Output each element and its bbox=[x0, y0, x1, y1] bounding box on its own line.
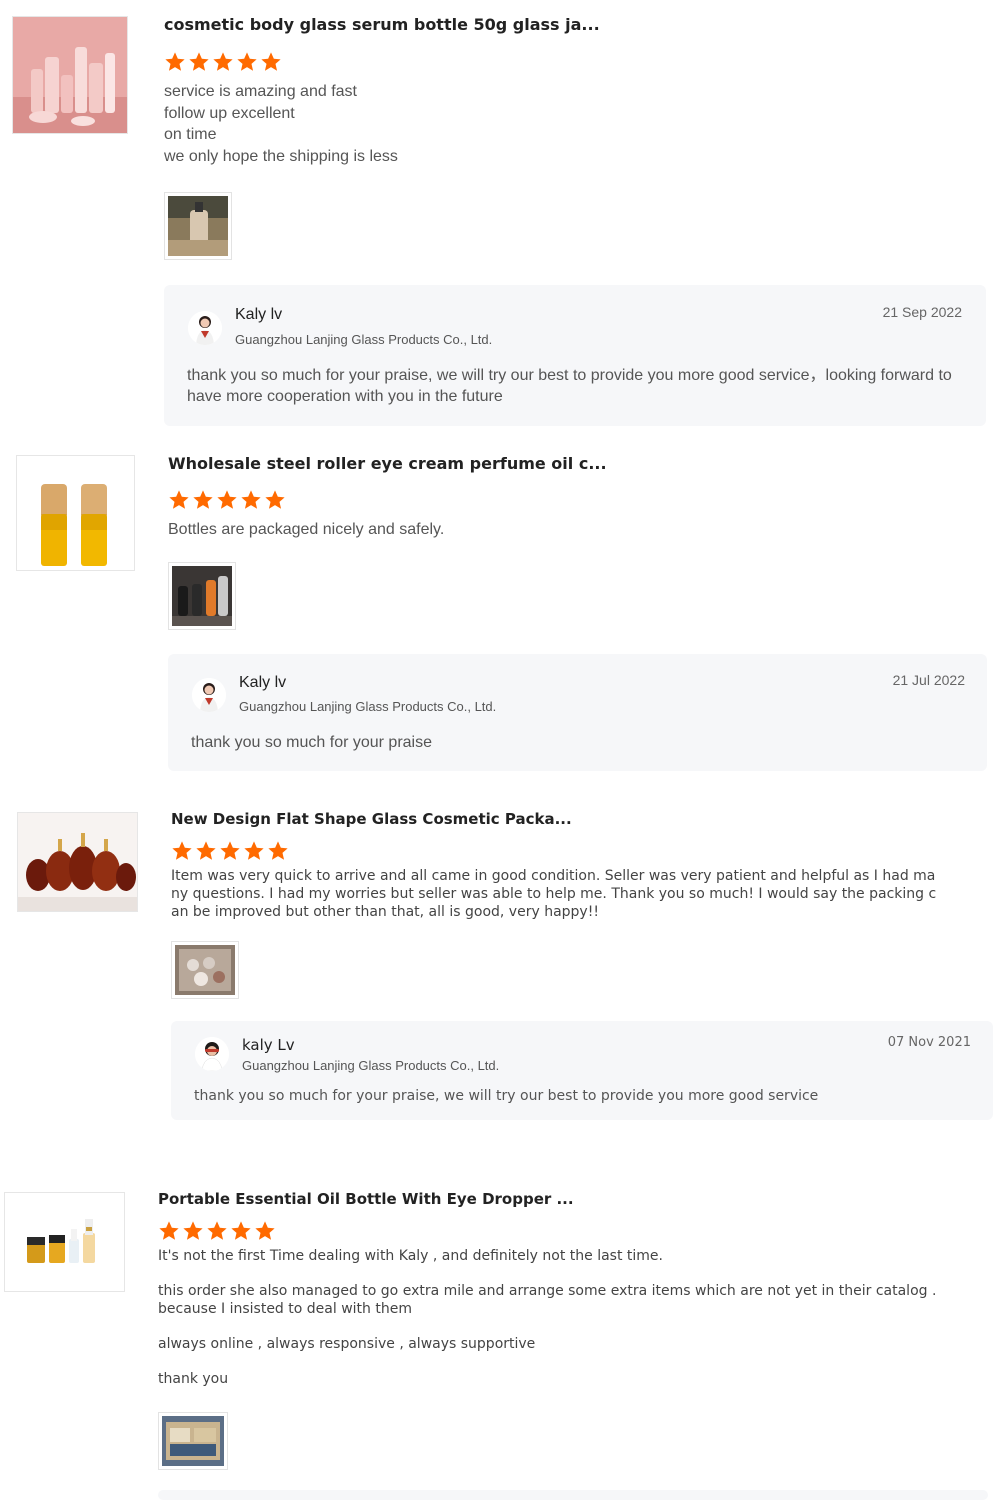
amber-flat-bottles-image bbox=[18, 813, 137, 911]
seller-company: Guangzhou Lanjing Glass Products Co., Lt… bbox=[242, 1058, 500, 1073]
reply-date: 21 Sep 2022 bbox=[882, 304, 962, 320]
seller-name: Kaly lv bbox=[235, 306, 283, 323]
avatar bbox=[188, 311, 222, 345]
review-photo[interactable] bbox=[158, 1412, 228, 1470]
avatar bbox=[195, 1037, 229, 1071]
star-icon bbox=[196, 841, 216, 860]
seller-avatar-icon bbox=[192, 678, 226, 712]
star-icon bbox=[244, 841, 264, 860]
seller-company: Guangzhou Lanjing Glass Products Co., Lt… bbox=[235, 332, 493, 347]
seller-reply: Kaly lv Guangzhou Lanjing Glass Products… bbox=[164, 285, 986, 426]
star-icon bbox=[268, 841, 288, 860]
reply-text: thank you so much for your praise bbox=[191, 734, 433, 751]
reply-date: 07 Nov 2021 bbox=[887, 1035, 971, 1050]
seller-avatar-icon bbox=[188, 311, 222, 345]
star-icon bbox=[231, 1221, 251, 1240]
reply-date: 21 Jul 2022 bbox=[892, 672, 965, 688]
pink-bottles-image bbox=[13, 17, 127, 133]
review-paragraph: this order she also managed to go extra … bbox=[158, 1283, 937, 1317]
star-icon bbox=[189, 52, 209, 71]
product-title[interactable]: cosmetic body glass serum bottle 50g gla… bbox=[164, 15, 600, 34]
reply-text: thank you so much for your praise, we wi… bbox=[194, 1088, 819, 1104]
star-icon bbox=[241, 490, 261, 509]
star-icon bbox=[255, 1221, 275, 1240]
product-title[interactable]: Wholesale steel roller eye cream perfume… bbox=[168, 454, 607, 473]
bottle-photo-image bbox=[168, 196, 228, 256]
star-icon bbox=[207, 1221, 227, 1240]
star-rating bbox=[158, 1220, 276, 1242]
star-icon bbox=[237, 52, 257, 71]
review-text: Bottles are packaged nicely and safely. bbox=[168, 521, 445, 538]
star-icon bbox=[220, 841, 240, 860]
star-rating bbox=[168, 489, 286, 511]
seller-company: Guangzhou Lanjing Glass Products Co., Lt… bbox=[239, 699, 497, 714]
star-rating bbox=[164, 51, 282, 73]
product-image[interactable] bbox=[4, 1192, 125, 1292]
star-icon bbox=[213, 52, 233, 71]
seller-avatar-icon bbox=[195, 1037, 229, 1071]
product-title[interactable]: New Design Flat Shape Glass Cosmetic Pac… bbox=[171, 810, 572, 828]
dropper-bottles-image bbox=[5, 1193, 124, 1291]
star-icon bbox=[217, 490, 237, 509]
star-icon bbox=[265, 490, 285, 509]
star-icon bbox=[159, 1221, 179, 1240]
review-photo[interactable] bbox=[171, 941, 239, 999]
roller-bottles-image bbox=[17, 456, 134, 570]
seller-reply bbox=[158, 1490, 988, 1500]
review-photo[interactable] bbox=[164, 192, 232, 260]
seller-reply: Kaly lv Guangzhou Lanjing Glass Products… bbox=[168, 654, 987, 771]
review-paragraph: It's not the first Time dealing with Kal… bbox=[158, 1248, 663, 1264]
seller-name: kaly Lv bbox=[242, 1036, 295, 1054]
reply-text: thank you so much for your praise, we wi… bbox=[187, 367, 952, 405]
avatar bbox=[192, 678, 226, 712]
product-image[interactable] bbox=[12, 16, 128, 134]
shipment-box-photo-image bbox=[162, 1416, 224, 1466]
review-text: service is amazing and fast follow up ex… bbox=[164, 83, 398, 165]
star-icon bbox=[172, 841, 192, 860]
product-title[interactable]: Portable Essential Oil Bottle With Eye D… bbox=[158, 1190, 574, 1208]
review-paragraph: thank you bbox=[158, 1371, 229, 1387]
star-icon bbox=[193, 490, 213, 509]
star-icon bbox=[261, 52, 281, 71]
review-text: It's not the first Time dealing with Kal… bbox=[158, 1247, 943, 1405]
packaged-bottles-photo-image bbox=[172, 566, 232, 626]
review-text: Item was very quick to arrive and all ca… bbox=[171, 868, 937, 920]
review-photo[interactable] bbox=[168, 562, 236, 630]
star-icon bbox=[169, 490, 189, 509]
seller-reply: kaly Lv Guangzhou Lanjing Glass Products… bbox=[171, 1021, 993, 1120]
star-rating bbox=[171, 840, 289, 862]
star-icon bbox=[183, 1221, 203, 1240]
star-icon bbox=[165, 52, 185, 71]
review-paragraph: always online , always responsive , alwa… bbox=[158, 1336, 536, 1352]
seller-name: Kaly lv bbox=[239, 674, 287, 691]
product-image[interactable] bbox=[16, 455, 135, 571]
box-of-bottles-photo-image bbox=[175, 945, 235, 995]
product-image[interactable] bbox=[17, 812, 138, 912]
